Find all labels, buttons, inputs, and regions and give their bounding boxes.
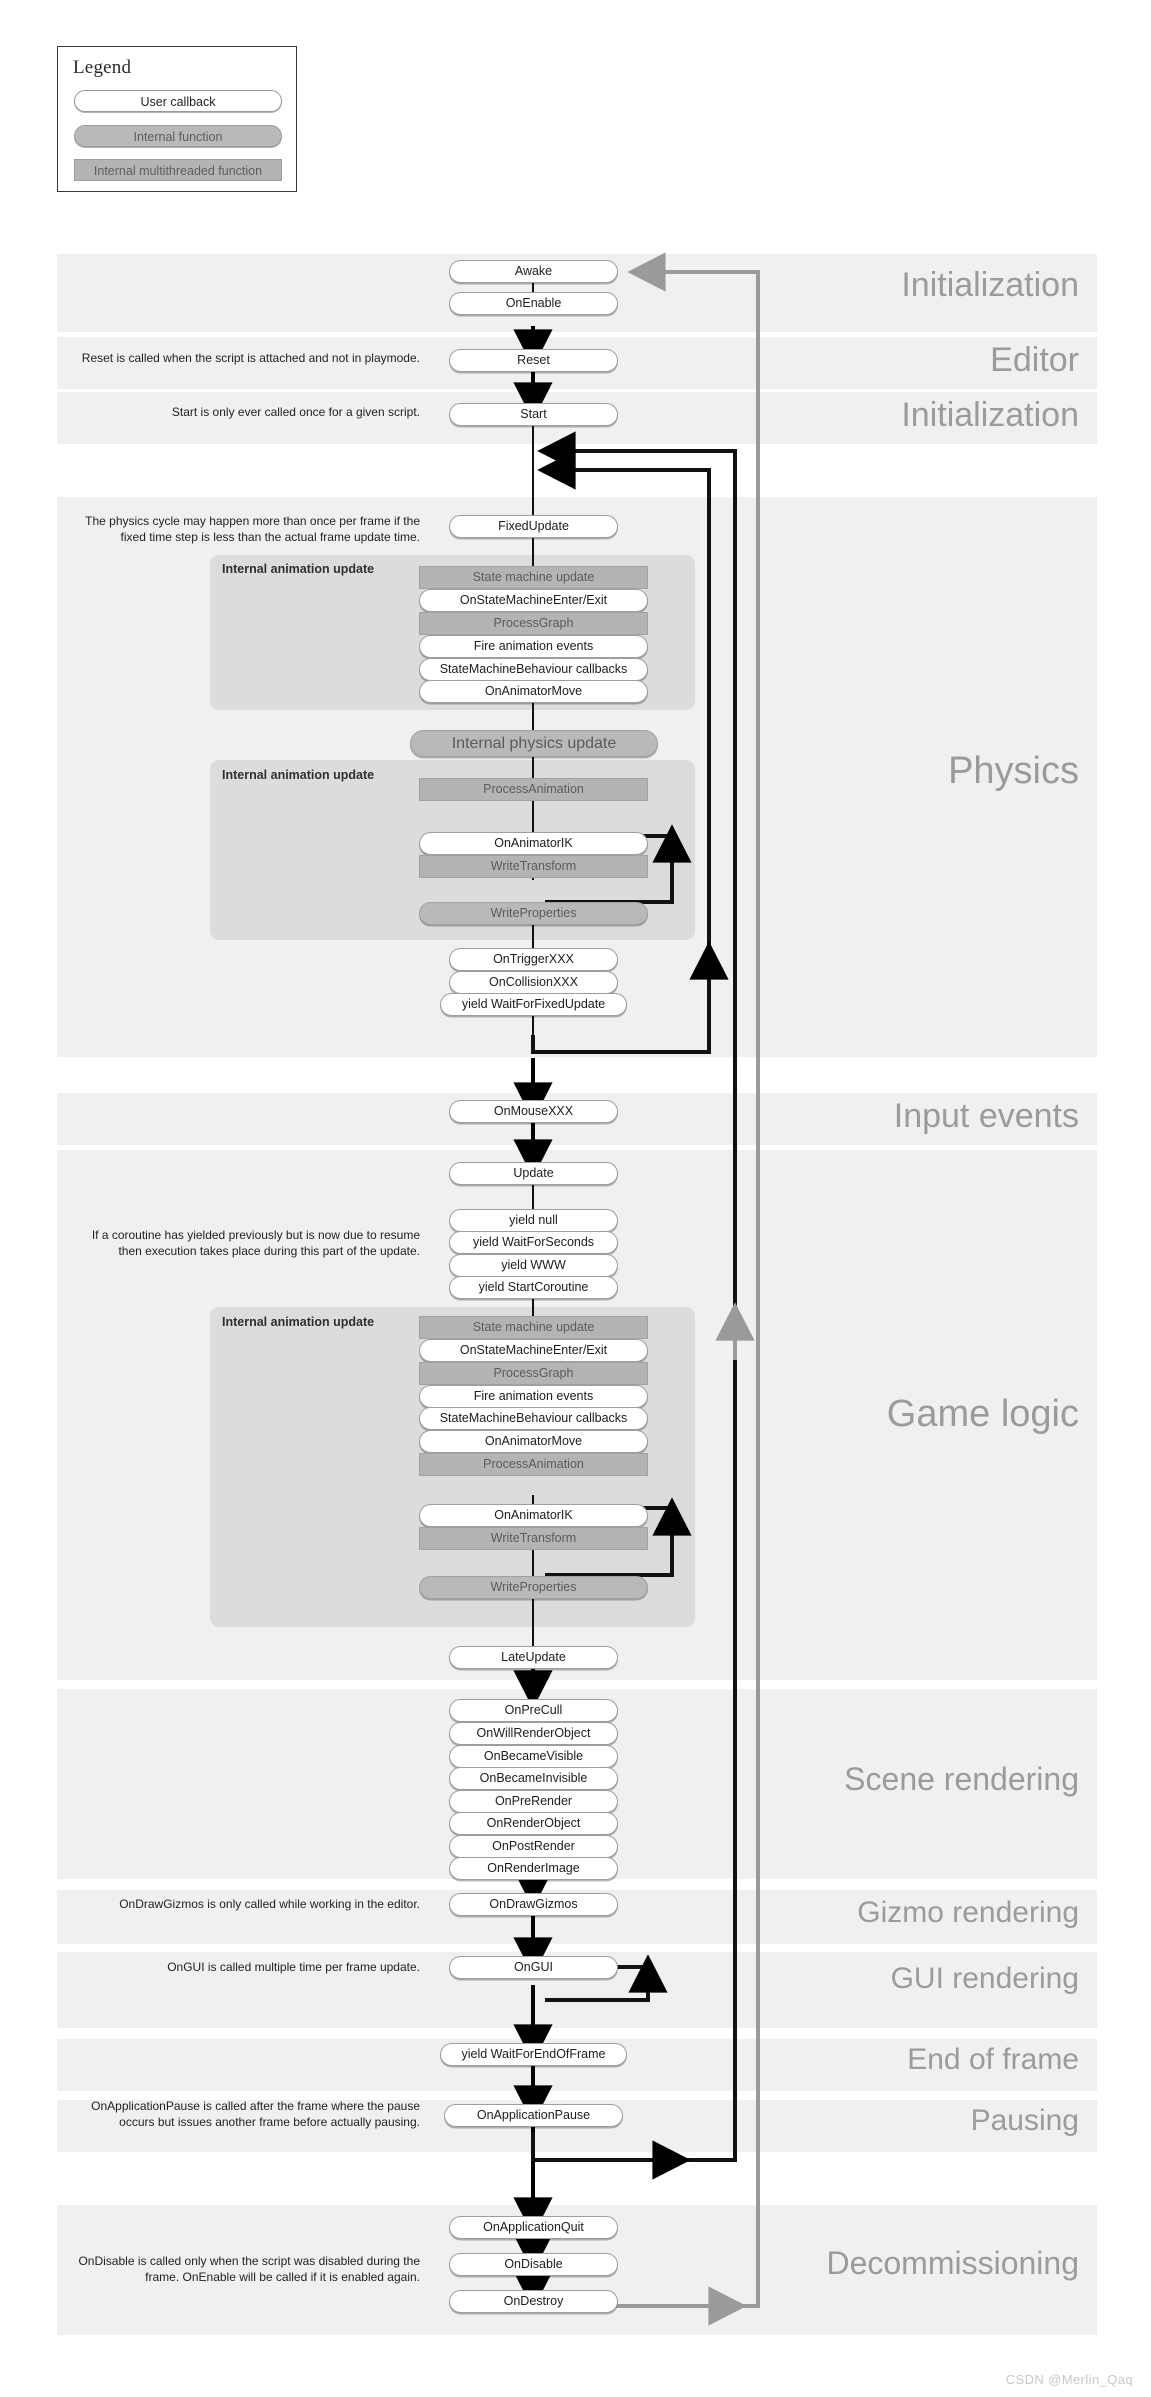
- node-statemachinebehaviour-callbacks-game-logic[interactable]: StateMachineBehaviour callbacks: [419, 1407, 648, 1430]
- node-onstatemachine-enter-exit-game-logic[interactable]: OnStateMachineEnter/Exit: [419, 1339, 648, 1362]
- group-title-physics-2: Internal animation update: [222, 768, 375, 782]
- watermark: CSDN @Merlin_Qaq: [1005, 2372, 1133, 2387]
- node-processanimation-physics[interactable]: ProcessAnimation: [419, 778, 648, 801]
- node-yield-null[interactable]: yield null: [449, 1209, 618, 1232]
- note-coroutine: If a coroutine has yielded previously bu…: [91, 1228, 420, 1258]
- section-label-gizmo-rendering: Gizmo rendering: [857, 1896, 1079, 1929]
- node-processanimation-game-logic[interactable]: ProcessAnimation: [419, 1453, 648, 1476]
- node-onapplicationquit[interactable]: OnApplicationQuit: [449, 2216, 618, 2239]
- section-label-input-events: Input events: [893, 1097, 1079, 1135]
- note-gizmos: OnDrawGizmos is only called while workin…: [119, 1897, 420, 1911]
- node-fire-animation-events-game-logic[interactable]: Fire animation events: [419, 1385, 648, 1408]
- node-onapplicationpause[interactable]: OnApplicationPause: [444, 2104, 623, 2127]
- node-state-machine-update-physics[interactable]: State machine update: [419, 566, 648, 589]
- legend-item-user-callback: User callback: [74, 90, 282, 112]
- group-title-game-logic: Internal animation update: [222, 1315, 375, 1329]
- node-onanimatormove-game-logic[interactable]: OnAnimatorMove: [419, 1430, 648, 1453]
- flowchart-canvas: Legend User callback Internal function I…: [0, 0, 1151, 2397]
- node-start[interactable]: Start: [449, 403, 618, 426]
- node-ondisable[interactable]: OnDisable: [449, 2253, 618, 2276]
- legend-item-internal-multithreaded: Internal multithreaded function: [74, 159, 282, 181]
- node-ongui[interactable]: OnGUI: [449, 1956, 618, 1979]
- group-title-physics-1: Internal animation update: [222, 562, 375, 576]
- node-writetransform-physics[interactable]: WriteTransform: [419, 855, 648, 878]
- node-lateupdate[interactable]: LateUpdate: [449, 1646, 618, 1669]
- node-yield-waitforfixedupdate[interactable]: yield WaitForFixedUpdate: [440, 993, 627, 1016]
- section-label-gui-rendering: GUI rendering: [890, 1962, 1079, 1995]
- node-onanimatorik-physics[interactable]: OnAnimatorIK: [419, 832, 648, 855]
- node-ondestroy[interactable]: OnDestroy: [449, 2290, 618, 2313]
- section-label-pausing: Pausing: [970, 2104, 1079, 2137]
- node-onrenderimage[interactable]: OnRenderImage: [449, 1857, 618, 1880]
- node-onanimatorik-game-logic[interactable]: OnAnimatorIK: [419, 1504, 648, 1527]
- node-ondrawgizmos[interactable]: OnDrawGizmos: [449, 1893, 618, 1916]
- node-fixedupdate[interactable]: FixedUpdate: [449, 515, 618, 538]
- node-ontriggerxxx[interactable]: OnTriggerXXX: [449, 948, 618, 971]
- legend-title: Legend: [73, 57, 132, 78]
- note-reset: Reset is called when the script is attac…: [81, 351, 420, 365]
- node-oncollisionxxx[interactable]: OnCollisionXXX: [449, 971, 618, 994]
- node-onstatemachine-enter-exit-physics[interactable]: OnStateMachineEnter/Exit: [419, 589, 648, 612]
- node-processgraph-game-logic[interactable]: ProcessGraph: [419, 1362, 648, 1385]
- node-onprecull[interactable]: OnPreCull: [449, 1699, 618, 1722]
- node-yield-startcoroutine[interactable]: yield StartCoroutine: [449, 1276, 618, 1299]
- node-awake[interactable]: Awake: [449, 260, 618, 283]
- section-label-decommissioning: Decommissioning: [826, 2245, 1079, 2281]
- node-onbecameinvisible[interactable]: OnBecameInvisible: [449, 1767, 618, 1790]
- node-onwillrenderobject[interactable]: OnWillRenderObject: [449, 1722, 618, 1745]
- node-statemachinebehaviour-callbacks-physics[interactable]: StateMachineBehaviour callbacks: [419, 658, 648, 681]
- node-writeproperties-physics[interactable]: WriteProperties: [419, 902, 648, 925]
- section-label-game-logic: Game logic: [886, 1393, 1079, 1435]
- node-processgraph-physics[interactable]: ProcessGraph: [419, 612, 648, 635]
- note-pause: OnApplicationPause is called after the f…: [91, 2099, 420, 2129]
- note-ondisable: OnDisable is called only when the script…: [78, 2254, 420, 2284]
- section-label-physics: Physics: [948, 750, 1079, 792]
- node-update[interactable]: Update: [449, 1162, 618, 1185]
- legend-item-internal-function: Internal function: [74, 125, 282, 147]
- node-onbecamevisible[interactable]: OnBecameVisible: [449, 1745, 618, 1768]
- note-fixedupdate: The physics cycle may happen more than o…: [85, 514, 420, 544]
- section-label-editor: Editor: [990, 341, 1079, 379]
- node-yield-waitforseconds[interactable]: yield WaitForSeconds: [449, 1231, 618, 1254]
- node-internal-physics-update[interactable]: Internal physics update: [410, 730, 658, 757]
- node-onrenderobject[interactable]: OnRenderObject: [449, 1812, 618, 1835]
- section-label-initialization-2: Initialization: [901, 396, 1079, 434]
- legend-box: Legend User callback Internal function I…: [57, 46, 297, 192]
- node-yield-www[interactable]: yield WWW: [449, 1254, 618, 1277]
- node-onprerender[interactable]: OnPreRender: [449, 1790, 618, 1813]
- node-reset[interactable]: Reset: [449, 349, 618, 372]
- section-label-end-of-frame: End of frame: [907, 2043, 1079, 2076]
- node-state-machine-update-game-logic[interactable]: State machine update: [419, 1316, 648, 1339]
- section-label-scene-rendering: Scene rendering: [844, 1761, 1079, 1797]
- node-yield-waitforendofframe[interactable]: yield WaitForEndOfFrame: [440, 2043, 627, 2066]
- node-fire-animation-events-physics[interactable]: Fire animation events: [419, 635, 648, 658]
- section-label-initialization-1: Initialization: [901, 266, 1079, 304]
- node-onmousexxx[interactable]: OnMouseXXX: [449, 1100, 618, 1123]
- node-onanimatormove-physics[interactable]: OnAnimatorMove: [419, 680, 648, 703]
- node-onenable[interactable]: OnEnable: [449, 292, 618, 315]
- node-onpostrender[interactable]: OnPostRender: [449, 1835, 618, 1858]
- node-writetransform-game-logic[interactable]: WriteTransform: [419, 1527, 648, 1550]
- note-ongui: OnGUI is called multiple time per frame …: [167, 1960, 420, 1974]
- note-start: Start is only ever called once for a giv…: [171, 405, 420, 419]
- node-writeproperties-game-logic[interactable]: WriteProperties: [419, 1576, 648, 1599]
